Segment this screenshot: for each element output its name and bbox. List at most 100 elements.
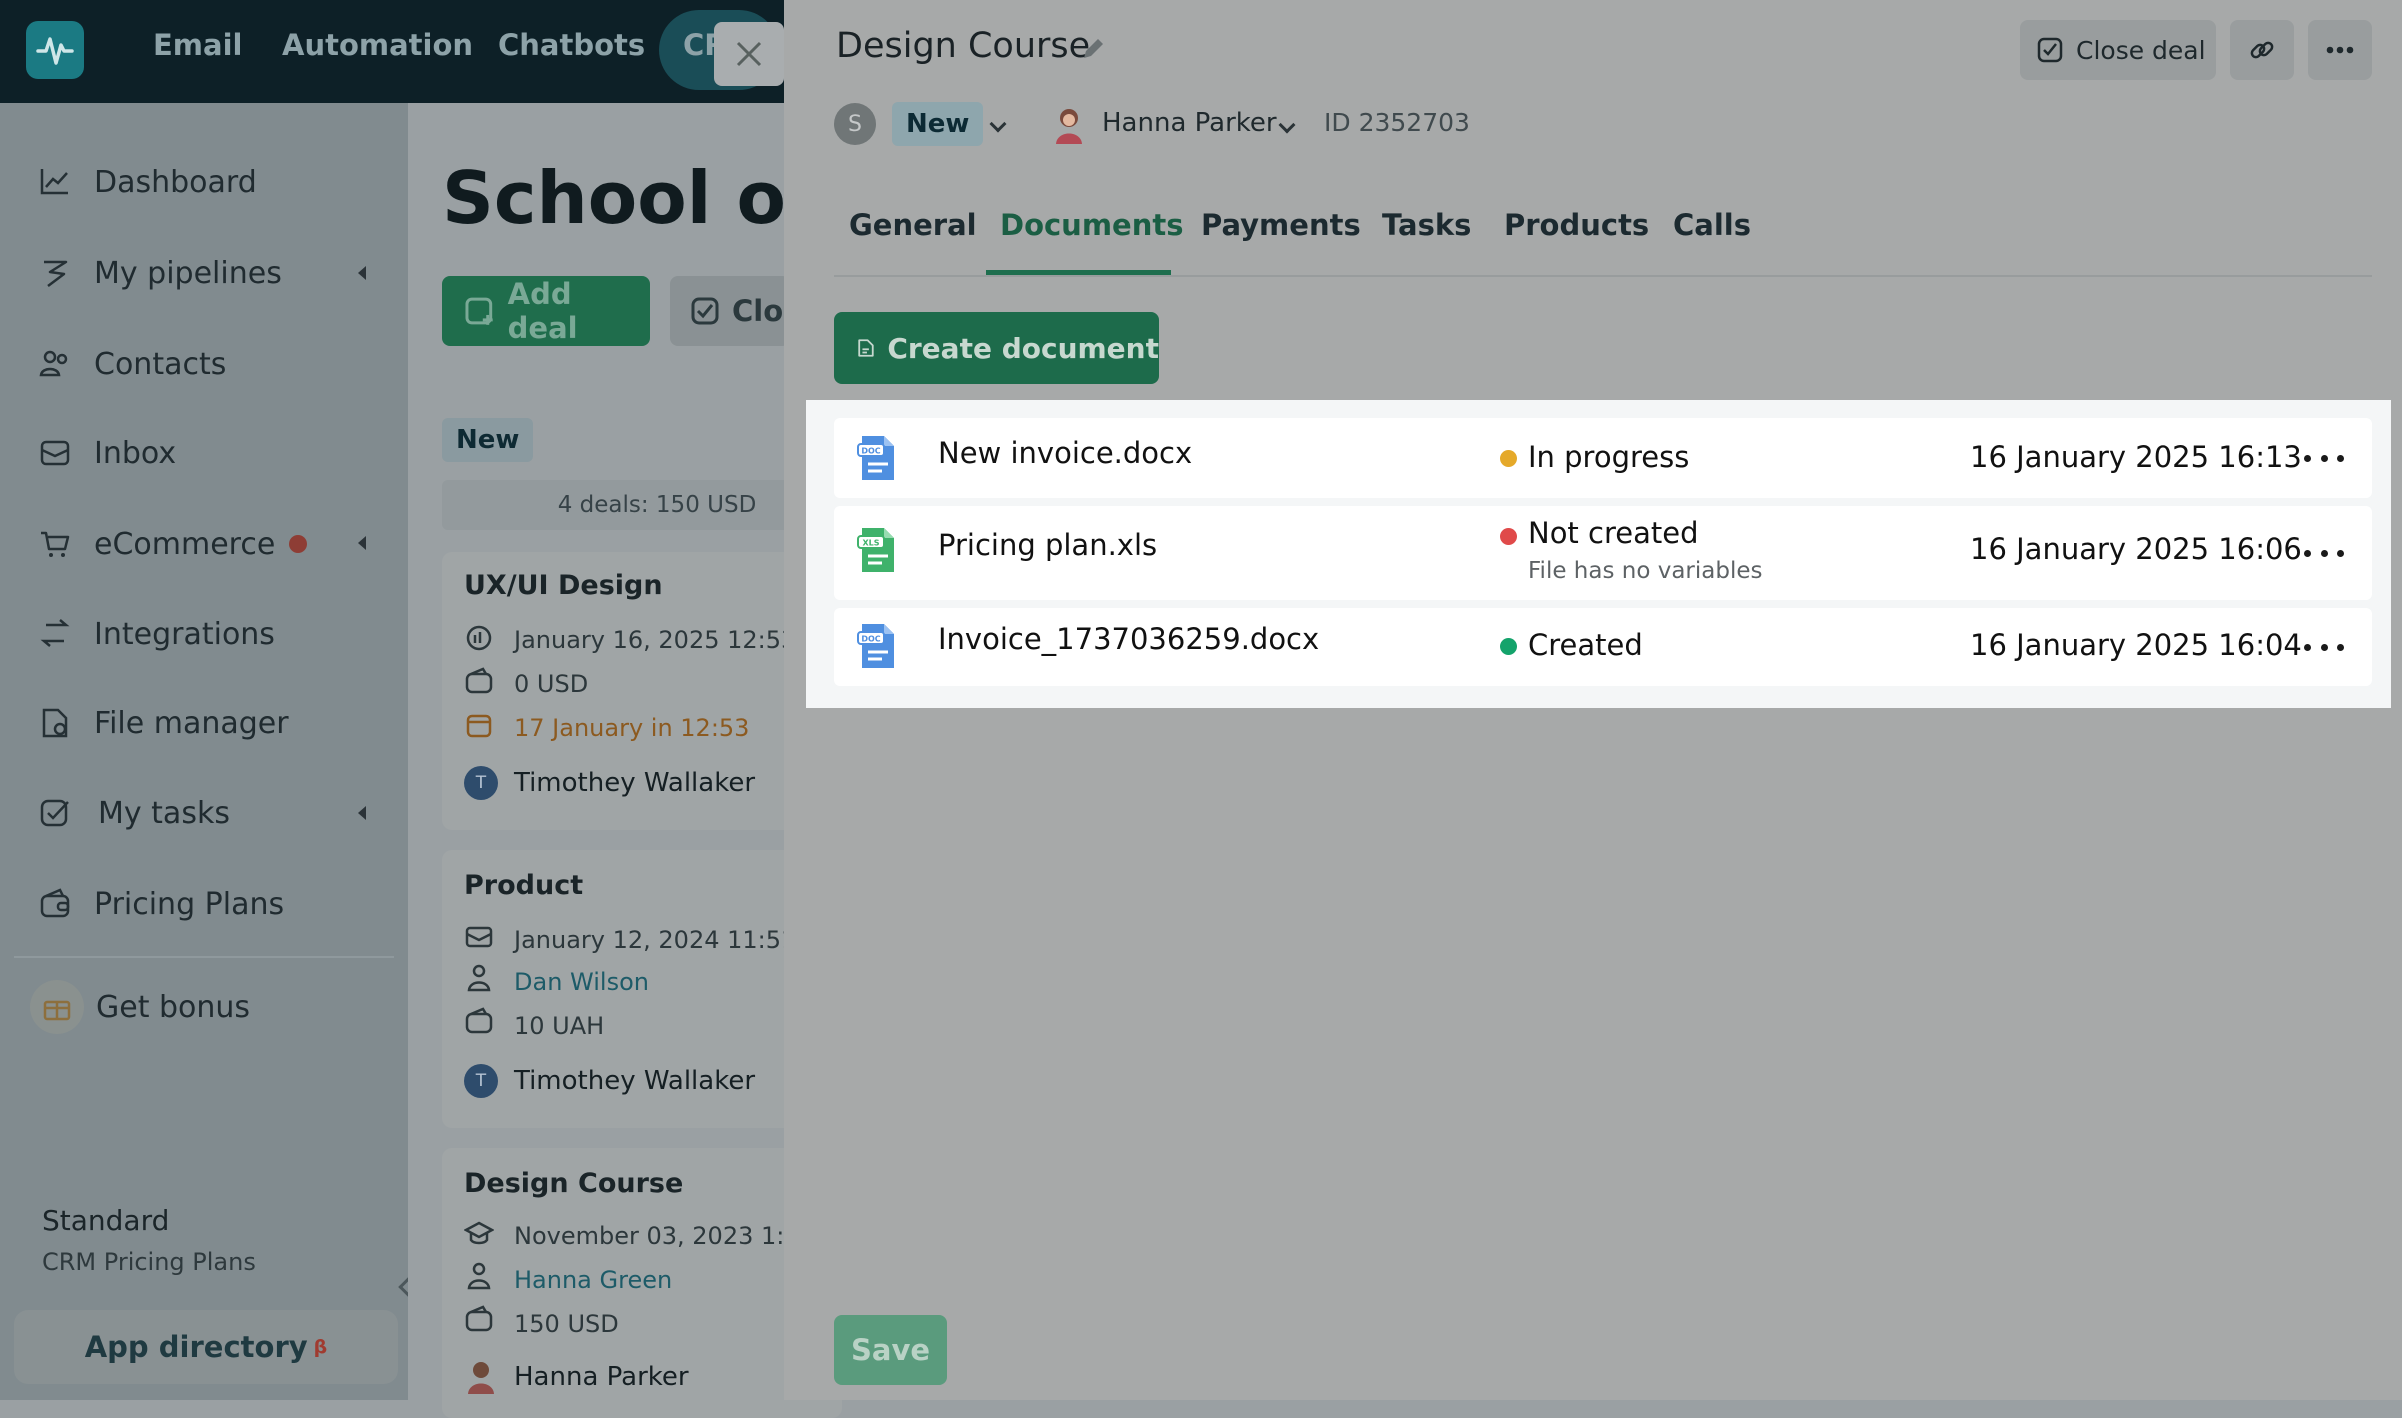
deal-card[interactable]: UX/UI Design January 16, 2025 12:53 P 0 … xyxy=(442,552,842,830)
sidebar-item-my-tasks[interactable]: My tasks xyxy=(38,788,230,838)
owner-avatar: T xyxy=(464,766,498,800)
deal-card[interactable]: Design Course November 03, 2023 1:14 P H… xyxy=(442,1148,842,1418)
stage-avatar: S xyxy=(834,103,876,145)
app-logo-icon[interactable] xyxy=(26,21,84,79)
file-type-label: DOC xyxy=(861,447,880,456)
pencil-icon[interactable] xyxy=(1080,36,1106,62)
document-date: 16 January 2025 16:04 xyxy=(1970,628,2302,662)
deal-card[interactable]: Product January 12, 2024 11:51 AM Dan Wi… xyxy=(442,850,842,1128)
topnav-automation[interactable]: Automation xyxy=(282,28,473,62)
sidebar-item-dashboard[interactable]: Dashboard xyxy=(38,157,257,207)
wallet-icon xyxy=(465,667,493,694)
topnav-email[interactable]: Email xyxy=(153,28,242,62)
active-tab-indicator xyxy=(986,270,1171,275)
close-icon xyxy=(736,41,762,67)
tab-calls[interactable]: Calls xyxy=(1673,208,1751,242)
deal-amount: 150 USD xyxy=(514,1310,619,1338)
document-more-button[interactable] xyxy=(2304,538,2344,568)
document-more-button[interactable] xyxy=(2304,443,2344,473)
sidebar-item-integrations[interactable]: Integrations xyxy=(38,609,275,659)
sidebar-item-label: Integrations xyxy=(94,616,275,652)
file-manager-icon xyxy=(42,708,68,738)
current-plan-name: Standard xyxy=(42,1204,170,1237)
file-type-label: DOC xyxy=(861,635,880,644)
current-plan-subtitle[interactable]: CRM Pricing Plans xyxy=(42,1248,256,1276)
sidebar-item-label: eCommerce xyxy=(94,526,276,562)
deal-owner: Timothey Wallaker xyxy=(514,768,756,798)
more-actions-button[interactable] xyxy=(2308,20,2372,80)
sidebar-item-inbox[interactable]: Inbox xyxy=(38,428,176,478)
close-panel-button[interactable] xyxy=(714,22,784,86)
app-directory-button[interactable]: App directory β xyxy=(14,1310,398,1384)
wallet-icon xyxy=(465,1007,493,1034)
gift-icon xyxy=(43,1000,71,1021)
document-date: 16 January 2025 16:06 xyxy=(1970,532,2302,566)
document-status-note: File has no variables xyxy=(1528,558,1763,584)
sidebar-item-label: File manager xyxy=(94,705,289,741)
dot xyxy=(2337,454,2344,462)
tab-tasks[interactable]: Tasks xyxy=(1382,208,1471,242)
add-deal-button[interactable]: Add deal xyxy=(442,276,650,346)
assignee-name[interactable]: Hanna Parker xyxy=(1102,108,1277,138)
beta-badge: β xyxy=(313,1336,328,1358)
tab-documents[interactable]: Documents xyxy=(1000,208,1184,242)
expand-caret-icon[interactable] xyxy=(358,536,366,550)
owner-avatar: T xyxy=(464,1064,498,1098)
dot xyxy=(2304,454,2311,462)
sidebar-item-ecommerce[interactable]: eCommerce xyxy=(38,519,308,569)
integrations-icon xyxy=(40,619,70,647)
copy-link-button[interactable] xyxy=(2230,20,2294,80)
create-document-label: Create document xyxy=(887,331,1159,365)
document-more-button[interactable] xyxy=(2304,632,2344,662)
chart-line-icon xyxy=(40,169,68,195)
deal-contact-link[interactable]: Dan Wilson xyxy=(514,968,649,996)
checkbox-icon xyxy=(2037,37,2063,63)
dot xyxy=(2304,549,2311,557)
document-row[interactable]: DOC Invoice_1737036259.docx Created 16 J… xyxy=(834,608,2372,686)
sidebar-item-pricing-plans[interactable]: Pricing Plans xyxy=(38,879,284,929)
save-button[interactable]: Save xyxy=(834,1315,947,1385)
sidebar-item-file-manager[interactable]: File manager xyxy=(38,698,289,748)
deal-title-heading: Design Course xyxy=(836,26,1091,66)
documents-list: DOC New invoice.docx In progress 16 Janu… xyxy=(806,400,2391,708)
link-icon xyxy=(2250,41,2274,59)
tasks-icon xyxy=(40,799,69,827)
document-row[interactable]: DOC New invoice.docx In progress 16 Janu… xyxy=(834,418,2372,498)
gift-icon-circle xyxy=(30,980,84,1034)
graduation-cap-icon xyxy=(464,1221,494,1245)
deal-contact-link[interactable]: Hanna Green xyxy=(514,1266,672,1294)
stage-column-title: New xyxy=(442,418,534,462)
create-document-button[interactable]: Create document xyxy=(834,312,1159,384)
document-row[interactable]: XLS Pricing plan.xls Not created File ha… xyxy=(834,506,2372,600)
dot xyxy=(2320,454,2328,462)
calendar-icon xyxy=(466,714,492,738)
dot xyxy=(2304,643,2311,651)
tab-products[interactable]: Products xyxy=(1504,208,1649,242)
notification-dot-icon xyxy=(289,535,308,553)
mail-icon xyxy=(465,926,493,948)
xls-file-icon: XLS xyxy=(857,528,894,572)
close-deal-label: Close deal xyxy=(2076,35,2206,65)
close-deal-button[interactable]: Close deal xyxy=(2020,20,2216,80)
close-deals-button[interactable]: Clos xyxy=(670,276,790,346)
expand-caret-icon[interactable] xyxy=(358,266,366,280)
sidebar-item-label: Get bonus xyxy=(96,989,251,1025)
document-name[interactable]: Invoice_1737036259.docx xyxy=(938,622,1319,656)
sidebar-item-label: Inbox xyxy=(94,435,177,471)
tab-payments[interactable]: Payments xyxy=(1201,208,1361,242)
deal-title: Product xyxy=(464,870,584,901)
sidebar-item-my-pipelines[interactable]: My pipelines xyxy=(38,248,282,298)
file-type-label: XLS xyxy=(862,539,879,548)
person-icon xyxy=(467,964,491,992)
doc-file-icon: DOC xyxy=(857,436,894,480)
sidebar-item-contacts[interactable]: Contacts xyxy=(38,339,226,389)
tab-general[interactable]: General xyxy=(849,208,977,242)
deal-stage-badge[interactable]: New xyxy=(892,102,984,146)
topnav-chatbots[interactable]: Chatbots xyxy=(498,28,645,62)
sidebar-item-get-bonus[interactable]: Get bonus xyxy=(96,982,250,1032)
expand-caret-icon[interactable] xyxy=(358,806,366,820)
document-name[interactable]: New invoice.docx xyxy=(938,436,1192,470)
document-name[interactable]: Pricing plan.xls xyxy=(938,528,1157,562)
document-status: Created xyxy=(1528,628,1643,662)
app-directory-label: App directory xyxy=(84,1330,308,1364)
